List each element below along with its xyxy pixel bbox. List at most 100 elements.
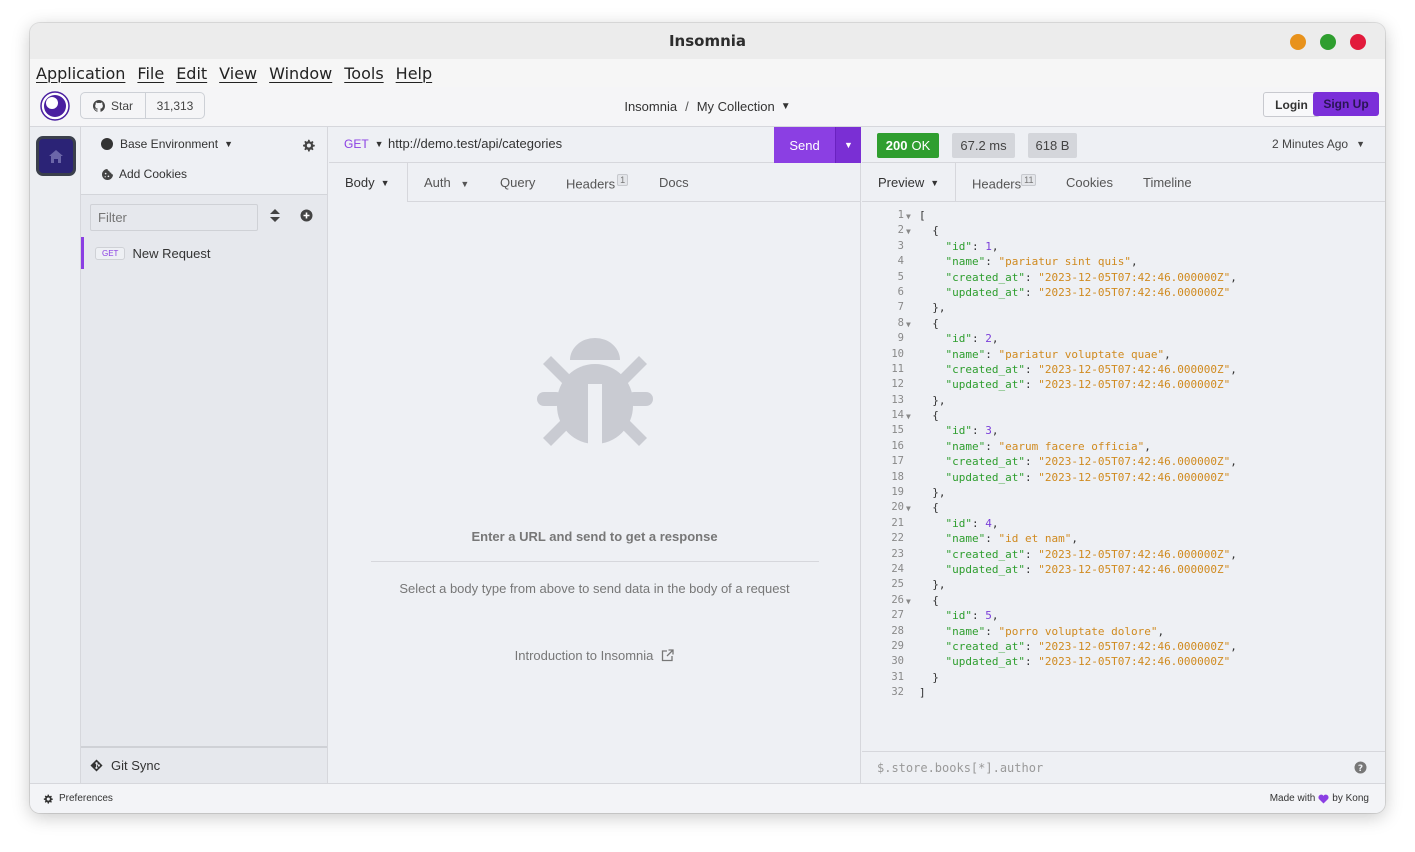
fold-toggle-icon[interactable]: ▼ <box>906 317 911 332</box>
minimize-button[interactable] <box>1290 34 1306 50</box>
line-number: 9 <box>897 332 904 345</box>
tab-body[interactable]: Body ▼ <box>329 163 408 202</box>
code-line: 15 "id": 3, <box>862 423 1385 438</box>
code-text: "name": "pariatur voluptate quae", <box>945 347 1171 361</box>
code-text: ] <box>919 686 926 700</box>
environment-name: Base Environment <box>120 137 219 151</box>
request-item[interactable]: GET New Request <box>81 237 327 269</box>
line-number: 26 <box>891 593 904 606</box>
environment-color-icon <box>101 138 113 150</box>
fold-toggle-icon[interactable]: ▼ <box>906 209 911 224</box>
menu-tools[interactable]: Tools <box>344 64 383 83</box>
code-line: 2 ▼ { <box>862 223 1385 238</box>
line-number: 6 <box>897 285 904 298</box>
line-number: 29 <box>891 639 904 652</box>
line-number: 21 <box>891 516 904 529</box>
line-number: 32 <box>891 686 904 699</box>
close-button[interactable] <box>1350 34 1366 50</box>
tab-auth[interactable]: Auth ▼ <box>424 175 469 190</box>
json-viewer[interactable]: 1 ▼[2 ▼ {3 "id": 1, 4 "name": "pariatur sin… <box>862 208 1385 701</box>
code-line: 3 "id": 1, <box>862 239 1385 254</box>
intro-link[interactable]: Introduction to Insomnia <box>329 648 860 663</box>
line-number: 2 <box>897 224 904 237</box>
add-cookies-button[interactable]: Add Cookies <box>102 167 187 181</box>
sidebar-top: Base Environment ▼ Add Cookies <box>81 127 327 195</box>
status-text: OK <box>911 138 931 153</box>
collection-selector[interactable]: My Collection <box>697 99 775 114</box>
code-line: 27 "id": 5, <box>862 608 1385 623</box>
json-value: "2023-12-05T07:42:46.000000Z" <box>1038 470 1231 484</box>
tab-docs[interactable]: Docs <box>659 175 689 190</box>
line-number: 12 <box>891 378 904 391</box>
home-button[interactable] <box>36 136 76 176</box>
response-history-dropdown[interactable]: 2 Minutes Ago ▼ <box>1272 137 1365 151</box>
jsonpath-filter-input[interactable]: $.store.books[*].author <box>862 751 1385 783</box>
request-method-tag: GET <box>95 246 126 260</box>
line-number: 25 <box>891 578 904 591</box>
menu-help[interactable]: Help <box>396 64 432 83</box>
tab-preview-label: Preview <box>878 175 925 190</box>
request-pane: GET ▼ http://demo.test/api/categories Se… <box>329 127 861 783</box>
tab-timeline[interactable]: Timeline <box>1143 175 1192 190</box>
breadcrumb-root[interactable]: Insomnia <box>624 99 677 114</box>
send-button[interactable]: Send <box>774 127 835 163</box>
intro-link-label: Introduction to Insomnia <box>514 648 654 663</box>
sort-icon[interactable] <box>270 209 280 222</box>
code-line: 11 "created_at": "2023-12-05T07:42:46.00… <box>862 362 1385 377</box>
code-text: "name": "porro voluptate dolore", <box>945 624 1165 638</box>
line-number: 17 <box>891 455 904 468</box>
code-text: } <box>919 670 939 684</box>
json-key: "name" <box>945 532 986 546</box>
menu-edit[interactable]: Edit <box>176 64 207 83</box>
signup-button[interactable]: Sign Up <box>1313 92 1379 116</box>
json-key: "id" <box>945 424 973 438</box>
code-text: { <box>919 224 939 238</box>
line-number: 1 <box>897 209 904 221</box>
json-key: "id" <box>945 516 973 530</box>
send-options-chevron-down-icon[interactable]: ▼ <box>835 127 861 163</box>
code-text: "updated_at": "2023-12-05T07:42:46.00000… <box>945 562 1231 576</box>
tab-preview[interactable]: Preview ▼ <box>862 163 956 202</box>
plus-circle-icon[interactable] <box>300 209 313 222</box>
code-line: 29 "created_at": "2023-12-05T07:42:46.00… <box>862 639 1385 654</box>
maximize-button[interactable] <box>1320 34 1336 50</box>
json-value: "pariatur voluptate quae" <box>998 347 1165 361</box>
fold-toggle-icon[interactable]: ▼ <box>906 409 911 424</box>
fold-toggle-icon[interactable]: ▼ <box>906 594 911 609</box>
line-number: 23 <box>891 547 904 560</box>
code-line: 28 "name": "porro voluptate dolore", <box>862 624 1385 639</box>
preferences-button[interactable]: Preferences <box>43 793 113 804</box>
code-text: { <box>919 501 939 515</box>
line-number: 19 <box>891 486 904 499</box>
fold-toggle-icon[interactable]: ▼ <box>906 501 911 516</box>
help-icon[interactable]: ? <box>1354 761 1367 774</box>
url-input[interactable]: http://demo.test/api/categories <box>388 136 562 151</box>
menu-application[interactable]: Application <box>36 64 125 83</box>
menu-window[interactable]: Window <box>269 64 332 83</box>
chevron-down-icon[interactable]: ▼ <box>781 101 791 112</box>
method-selector[interactable]: GET ▼ <box>344 137 384 151</box>
line-number: 11 <box>891 362 904 375</box>
response-tabs: Preview ▼ Headers 11 Cookies Timeline <box>862 163 1385 202</box>
git-sync-label: Git Sync <box>111 758 161 773</box>
gear-icon[interactable] <box>302 139 315 152</box>
preferences-label: Preferences <box>59 793 113 804</box>
filter-input[interactable] <box>90 204 258 231</box>
code-line: 13 }, <box>862 393 1385 408</box>
tab-cookies[interactable]: Cookies <box>1066 175 1113 190</box>
json-key: "name" <box>945 255 986 269</box>
chevron-down-icon: ▼ <box>1356 139 1365 149</box>
json-key: "updated_at" <box>945 285 1025 299</box>
login-button[interactable]: Login <box>1263 92 1320 117</box>
code-text: "created_at": "2023-12-05T07:42:46.00000… <box>945 270 1237 284</box>
code-line: 31 } <box>862 670 1385 685</box>
environment-selector[interactable]: Base Environment ▼ <box>101 137 233 151</box>
tab-headers[interactable]: Headers 1 <box>566 174 629 191</box>
menu-view[interactable]: View <box>219 64 257 83</box>
git-sync-button[interactable]: Git Sync <box>81 746 327 783</box>
menu-file[interactable]: File <box>137 64 164 83</box>
tab-response-headers[interactable]: Headers 11 <box>972 174 1037 191</box>
fold-toggle-icon[interactable]: ▼ <box>906 224 911 239</box>
tab-query[interactable]: Query <box>500 175 535 190</box>
line-number: 16 <box>891 439 904 452</box>
